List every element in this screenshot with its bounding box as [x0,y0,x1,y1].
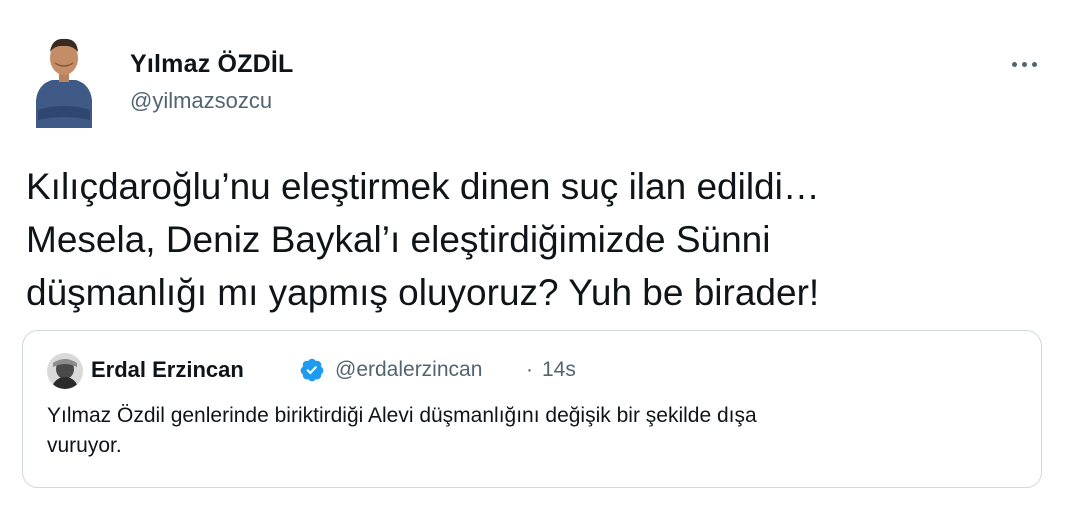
more-options-button[interactable] [1004,52,1044,76]
quoted-author-name[interactable]: Erdal Erzincan [91,357,244,383]
quoted-author-avatar[interactable] [47,353,83,389]
quoted-text-line: Yılmaz Özdil genlerinde biriktirdiği Ale… [47,404,757,427]
separator-dot: · [526,358,533,381]
person-avatar-icon [22,28,106,128]
tweet-text-line: Mesela, Deniz Baykal’ı eleştirdiğimizde … [26,219,771,260]
quoted-tweet-text: Yılmaz Özdil genlerinde biriktirdiği Ale… [47,401,1007,461]
quoted-author-handle[interactable]: @erdalerzincan [335,358,482,382]
tweet-text-line: Kılıçdaroğlu’nu eleştirmek dinen suç ila… [26,166,820,207]
quoted-tweet-time[interactable]: 14s [542,358,576,382]
person-avatar-icon [47,353,83,389]
tweet: Yılmaz ÖZDİL @yilmazsozcu Kılıçdaroğlu’n… [0,0,1080,520]
verified-badge-icon [299,357,325,383]
author-avatar[interactable] [22,28,106,128]
author-name[interactable]: Yılmaz ÖZDİL [130,50,294,79]
author-handle[interactable]: @yilmazsozcu [130,88,272,114]
quoted-text-line: vuruyor. [47,434,122,457]
tweet-text: Kılıçdaroğlu’nu eleştirmek dinen suç ila… [26,160,1036,319]
tweet-text-line: düşmanlığı mı yapmış oluyoruz? Yuh be bi… [26,272,820,313]
more-options-icon [1011,61,1037,67]
quoted-tweet[interactable]: Erdal Erzincan @erdalerzincan · 14s Yılm… [22,330,1042,488]
